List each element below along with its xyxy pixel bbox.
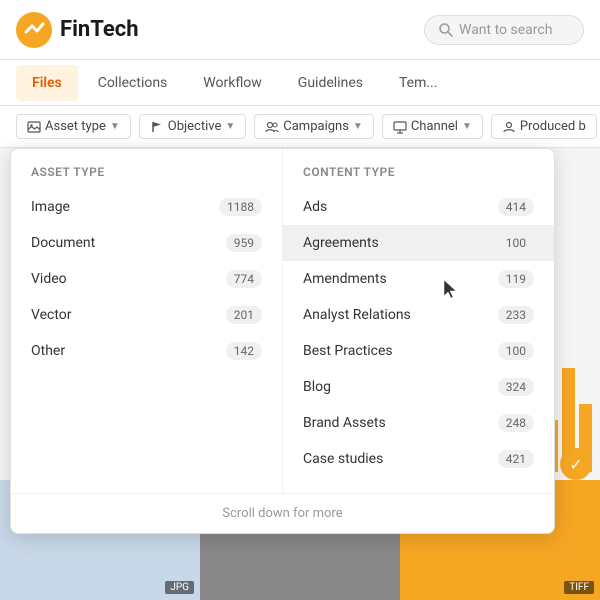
tab-collections[interactable]: Collections (82, 65, 184, 101)
objective-chevron-icon: ▼ (225, 121, 235, 132)
filter-produced-by[interactable]: Produced b (491, 114, 597, 139)
asset-item-document-count: 959 (226, 234, 262, 252)
objective-label: Objective (168, 119, 222, 134)
content-item-amendments-label: Amendments (303, 271, 387, 287)
asset-item-other[interactable]: Other 142 (11, 333, 282, 369)
monitor-icon (393, 120, 407, 134)
nav-tabs: Files Collections Workflow Guidelines Te… (0, 60, 600, 106)
content-item-agreements-count: 100 (498, 234, 534, 252)
search-placeholder-text: Want to search (459, 22, 552, 38)
asset-item-vector[interactable]: Vector 201 (11, 297, 282, 333)
asset-item-vector-count: 201 (226, 306, 262, 324)
content-item-case-studies[interactable]: Case studies 421 (283, 441, 554, 477)
search-box[interactable]: Want to search (424, 15, 584, 45)
check-icon: ✓ (560, 448, 592, 480)
filter-channel[interactable]: Channel ▼ (382, 114, 483, 139)
asset-type-header: Asset type (11, 165, 282, 189)
asset-type-chevron-icon: ▼ (110, 121, 120, 132)
logo-area: FinTech (16, 12, 139, 48)
channel-chevron-icon: ▼ (462, 121, 472, 132)
content-item-best-practices-count: 100 (498, 342, 534, 360)
fintech-logo-icon (16, 12, 52, 48)
content-item-case-studies-label: Case studies (303, 451, 383, 467)
asset-item-document-label: Document (31, 235, 95, 251)
filter-asset-type[interactable]: Asset type ▼ (16, 114, 131, 139)
people-icon (265, 120, 279, 134)
logo-text: FinTech (60, 17, 139, 42)
image-icon (27, 120, 41, 134)
asset-type-label: Asset type (45, 119, 106, 134)
produced-by-label: Produced b (520, 119, 586, 134)
content-item-brand-assets-count: 248 (498, 414, 534, 432)
asset-type-column: Asset type Image 1188 Document 959 Video… (11, 149, 283, 493)
content-item-brand-assets-label: Brand Assets (303, 415, 386, 431)
asset-item-video-count: 774 (226, 270, 262, 288)
content-item-best-practices[interactable]: Best Practices 100 (283, 333, 554, 369)
content-item-analyst-relations-count: 233 (498, 306, 534, 324)
search-icon (439, 23, 453, 37)
asset-item-vector-label: Vector (31, 307, 72, 323)
asset-item-video[interactable]: Video 774 (11, 261, 282, 297)
channel-label: Channel (411, 119, 458, 134)
asset-item-image[interactable]: Image 1188 (11, 189, 282, 225)
content-item-blog-count: 324 (498, 378, 534, 396)
flag-icon (150, 120, 164, 134)
content-item-ads[interactable]: Ads 414 (283, 189, 554, 225)
content-item-ads-count: 414 (498, 198, 534, 216)
content-item-amendments[interactable]: Amendments 119 (283, 261, 554, 297)
dropdown-panel: Asset type Image 1188 Document 959 Video… (10, 148, 555, 534)
filter-bar: Asset type ▼ Objective ▼ Campaigns ▼ Cha… (0, 106, 600, 148)
content-type-header: Content type (283, 165, 554, 189)
asset-item-image-count: 1188 (219, 198, 262, 216)
content-item-analyst-relations[interactable]: Analyst Relations 233 (283, 297, 554, 333)
content-item-analyst-relations-label: Analyst Relations (303, 307, 411, 323)
scroll-more-label: Scroll down for more (11, 493, 554, 533)
dropdown-columns: Asset type Image 1188 Document 959 Video… (11, 149, 554, 493)
asset-item-document[interactable]: Document 959 (11, 225, 282, 261)
content-item-brand-assets[interactable]: Brand Assets 248 (283, 405, 554, 441)
person-icon (502, 120, 516, 134)
content-item-agreements[interactable]: Agreements 100 (283, 225, 554, 261)
content-item-ads-label: Ads (303, 199, 327, 215)
campaigns-chevron-icon: ▼ (353, 121, 363, 132)
content-item-agreements-label: Agreements (303, 235, 379, 251)
tab-files[interactable]: Files (16, 65, 78, 101)
thumb1-label: JPG (165, 581, 194, 594)
content-item-case-studies-count: 421 (498, 450, 534, 468)
filter-objective[interactable]: Objective ▼ (139, 114, 246, 139)
content-item-blog[interactable]: Blog 324 (283, 369, 554, 405)
asset-item-image-label: Image (31, 199, 70, 215)
content-item-blog-label: Blog (303, 379, 331, 395)
asset-item-video-label: Video (31, 271, 67, 287)
content-type-column: Content type Ads 414 Agreements 100 Amen… (283, 149, 554, 493)
tab-guidelines[interactable]: Guidelines (282, 65, 379, 101)
tab-workflow[interactable]: Workflow (187, 65, 278, 101)
thumb3-label: TIFF (564, 581, 594, 594)
topbar: FinTech Want to search (0, 0, 600, 60)
content-item-amendments-count: 119 (498, 270, 534, 288)
content-item-best-practices-label: Best Practices (303, 343, 393, 359)
filter-campaigns[interactable]: Campaigns ▼ (254, 114, 374, 139)
asset-item-other-label: Other (31, 343, 65, 359)
campaigns-label: Campaigns (283, 119, 349, 134)
tab-templates[interactable]: Tem... (383, 65, 453, 101)
asset-item-other-count: 142 (226, 342, 262, 360)
